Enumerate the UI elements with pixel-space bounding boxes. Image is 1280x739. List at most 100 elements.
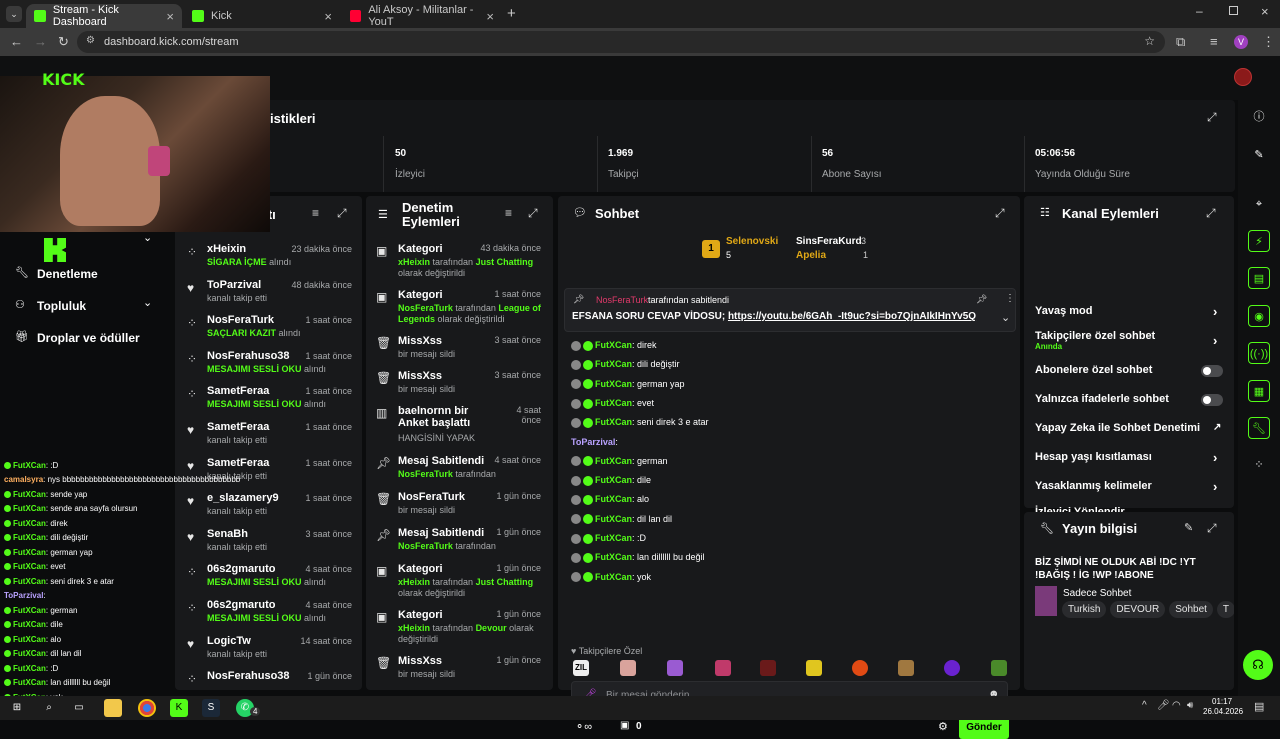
task-view-icon[interactable]: ▭ (70, 699, 88, 717)
moderation-row[interactable]: 🗑︎ MissXss 3 saat önce bir mesajı sildi (366, 367, 553, 402)
more-options-icon[interactable]: ⋮ (1005, 293, 1015, 304)
volume-icon[interactable]: 🔊︎ (1187, 700, 1193, 711)
moderation-row[interactable]: ▣ Kategori 1 gün önce xHeixin tarafından Ju… (366, 560, 553, 606)
notifications-icon[interactable]: ▤ (1254, 700, 1264, 713)
chat-username[interactable]: FutXCan (595, 494, 632, 504)
channel-action-4[interactable]: Yapay Zeka ile Sohbet Denetimi ↗ (1035, 422, 1225, 438)
broadcast-icon[interactable]: ((·)) (1248, 342, 1270, 364)
network-icon[interactable]: ◠ (1172, 700, 1181, 711)
emote[interactable] (944, 660, 960, 676)
tab-youtube[interactable]: Ali Aksoy - Militanlar - YouT × (342, 4, 502, 28)
microphone-tray-icon[interactable]: 🎤︎ (1157, 700, 1170, 711)
activity-user[interactable]: NosFerahuso38 (207, 350, 290, 362)
moderation-row[interactable]: ▣ Kategori 1 saat önce NosFeraTurk tarafınd… (366, 286, 553, 332)
menu-icon[interactable]: ⋮ (1262, 34, 1275, 50)
emote[interactable] (898, 660, 914, 676)
activity-row[interactable]: ⁘ NosFeraTurk 1 saat önce SAÇLARI KAZIT alı… (175, 310, 362, 346)
wrench-icon[interactable]: 🔧︎ (1248, 417, 1270, 439)
close-tab-icon[interactable]: × (166, 9, 174, 24)
chrome-icon[interactable] (138, 699, 156, 717)
support-button[interactable]: ☊ (1243, 650, 1273, 680)
profile-avatar[interactable]: V (1234, 35, 1248, 49)
moderation-row[interactable]: 🗑︎ NosFeraTurk 1 gün önce bir mesajı sildi (366, 488, 553, 524)
filter-icon[interactable]: ≡ (505, 206, 512, 220)
activity-row[interactable]: ⁘ SametFeraa 1 saat önce MESAJIMI SESLİ OKU… (175, 381, 362, 417)
channel-action-6[interactable]: Yasaklanmış kelimeler › (1035, 479, 1225, 496)
chat-username[interactable]: FutXCan (595, 514, 632, 524)
chat-username[interactable]: FutXCan (595, 359, 632, 369)
tag[interactable]: DEVOUR (1110, 601, 1166, 618)
activity-user[interactable]: NosFeraTurk (207, 314, 274, 326)
lightning-icon[interactable]: ⚡︎ (1248, 230, 1270, 252)
restore-window-icon[interactable] (1229, 6, 1238, 15)
channel-action-1[interactable]: Takipçilere özel sohbet Anında › (1035, 330, 1225, 351)
filter-icon[interactable]: ≡ (312, 206, 319, 220)
chat-message[interactable]: FutXCan: direk (571, 340, 657, 354)
target-icon[interactable]: ⌖ (1248, 193, 1270, 215)
send-button[interactable]: Gönder (959, 717, 1009, 739)
chat-username[interactable]: FutXCan (595, 572, 632, 582)
moderation-row[interactable]: ▣ Kategori 43 dakika önce xHeixin tarafında… (366, 240, 553, 286)
activity-user[interactable]: xHeixin (207, 243, 246, 255)
moderation-row[interactable]: ▥ baelnornn bir Anket başlattı 4 saat önce… (366, 402, 553, 452)
chat-username[interactable]: FutXCan (595, 379, 632, 389)
emote[interactable] (852, 660, 868, 676)
chevron-down-icon[interactable]: ⌄ (1001, 311, 1010, 324)
edit-pencil-icon[interactable]: ✎ (1184, 521, 1193, 534)
expand-icon[interactable]: ⤢ (1207, 521, 1217, 536)
new-tab-button[interactable]: + (507, 5, 516, 22)
chat-message[interactable]: FutXCan: dil lan dil (571, 514, 672, 528)
nav-item-hidden[interactable]: ⌄ (15, 232, 155, 247)
file-explorer-icon[interactable] (104, 699, 122, 717)
expand-icon[interactable]: ⤢ (1207, 110, 1217, 125)
tab-kick[interactable]: Kick × (184, 4, 340, 28)
reload-icon[interactable]: ↻ (58, 34, 69, 50)
moderation-row[interactable]: ▣ Kategori 1 gün önce xHeixin tarafından De… (366, 606, 553, 652)
tab-search-icon[interactable]: ⌄ (6, 6, 22, 22)
minimize-window-icon[interactable]: – (1196, 4, 1203, 18)
document-icon[interactable]: ▤ (1248, 267, 1270, 289)
moderation-row[interactable]: 🗑︎ MissXss 3 saat önce bir mesajı sildi (366, 332, 553, 367)
pinned-link[interactable]: https://youtu.be/6GAh_-It9uc?si=bo7QjnAI… (728, 311, 976, 322)
activity-user[interactable]: SametFeraa (207, 421, 269, 433)
emote[interactable] (620, 660, 636, 676)
chat-username[interactable]: ToParzival (571, 437, 615, 447)
settings-icon[interactable]: ⚙ (938, 720, 948, 733)
unpin-icon[interactable]: 📌︎ (976, 294, 987, 305)
activity-row[interactable]: ♥ ToParzival 48 dakika önce kanalı takip et… (175, 275, 362, 311)
windows-start-icon[interactable]: ⊞ (8, 699, 26, 717)
emote[interactable] (667, 660, 683, 676)
search-icon[interactable]: ⌕ (40, 699, 58, 717)
nav-item-topluluk[interactable]: ⚇ Topluluk ⌄ (15, 297, 155, 314)
tag[interactable]: Sohbet (1169, 601, 1213, 618)
close-tab-icon[interactable]: × (324, 9, 332, 24)
emote[interactable] (715, 660, 731, 676)
chat-username[interactable]: FutXCan (595, 552, 632, 562)
activity-row[interactable]: ♥ SametFeraa 1 saat önce kanalı takip etti (175, 417, 362, 453)
chat-username[interactable]: FutXCan (595, 533, 632, 543)
chat-message[interactable]: FutXCan: dili değiştir (571, 359, 680, 373)
media-icon[interactable]: ≡ (1210, 34, 1218, 49)
chat-message[interactable]: FutXCan: alo (571, 494, 649, 508)
moderation-row[interactable]: 📌︎ Mesaj Sabitlendi 1 gün önce NosFeraTurk … (366, 524, 553, 560)
info-icon[interactable]: ⓘ (1248, 106, 1270, 128)
emote[interactable] (991, 660, 1007, 676)
expand-icon[interactable]: ⤢ (337, 206, 347, 221)
chat-username[interactable]: FutXCan (595, 456, 632, 466)
activity-row[interactable]: ⁘ xHeixin 23 dakika önce SİGARA İÇME alındı (175, 239, 362, 275)
chat-message[interactable]: FutXCan: evet (571, 398, 654, 412)
activity-user[interactable]: ToParzival (207, 279, 261, 291)
chat-message[interactable]: FutXCan: german yap (571, 379, 685, 393)
channel-action-3[interactable]: Yalnızca ifadelerle sohbet (1035, 393, 1225, 409)
chat-message[interactable]: ToParzival: (571, 437, 618, 451)
tag[interactable]: Turkish (1062, 601, 1107, 618)
nav-item-droplar[interactable]: 🎁︎ Droplar ve ödüller (15, 330, 155, 346)
moderation-row[interactable]: 📌︎ Mesaj Sabitlendi 4 saat önce NosFeraTurk… (366, 452, 553, 488)
user-avatar[interactable] (1234, 68, 1252, 86)
activity-row[interactable]: ⁘ NosFerahuso38 1 saat önce MESAJIMI SESLİ … (175, 346, 362, 382)
bookmark-star-icon[interactable]: ☆ (1144, 34, 1155, 48)
chat-bubble-icon[interactable]: ◉ (1248, 305, 1270, 327)
chat-username[interactable]: FutXCan (595, 417, 632, 427)
chat-username[interactable]: FutXCan (595, 475, 632, 485)
close-window-icon[interactable]: × (1261, 4, 1269, 19)
